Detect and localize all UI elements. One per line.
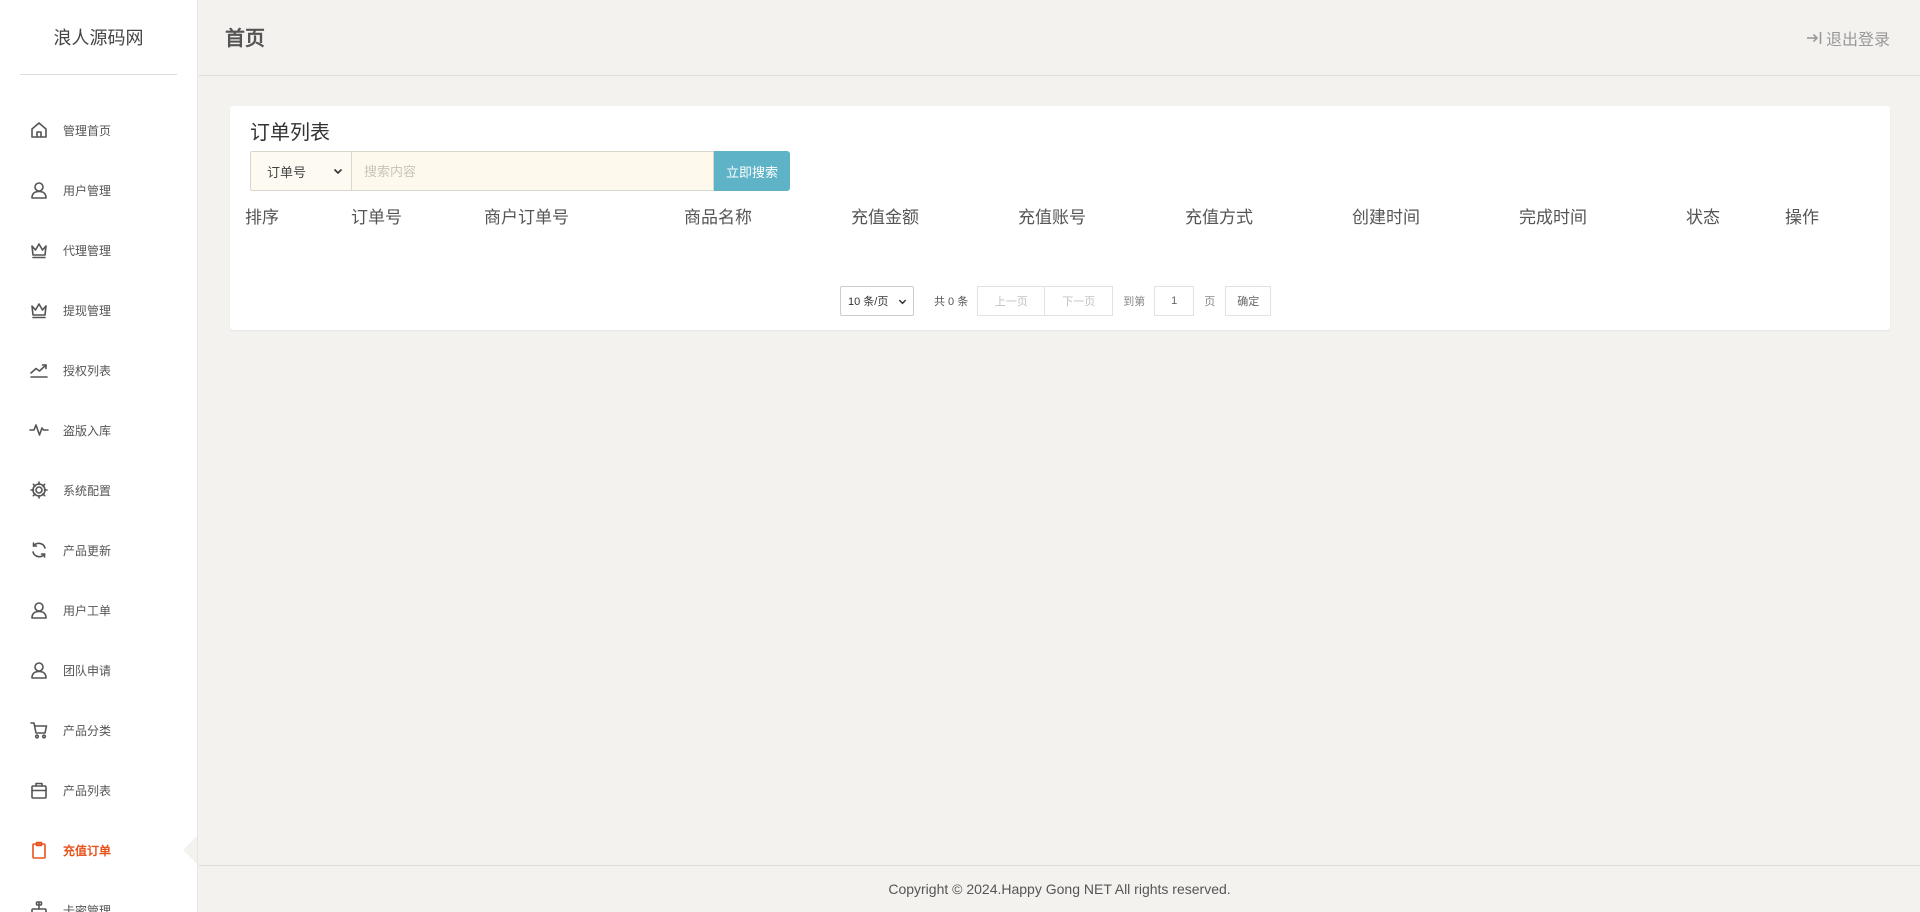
sidebar-nav: 管理首页 用户管理 代理管理 提现管理 授权列表 盗版入库 系统配置 产品更新 <box>0 100 197 912</box>
sidebar-item-piracy[interactable]: 盗版入库 <box>0 400 197 460</box>
sidebar-item-label: 卡密管理 <box>63 903 112 912</box>
bag-icon <box>29 780 49 800</box>
goto-label: 到第 <box>1123 296 1146 308</box>
page-number-input[interactable]: 1 <box>1154 286 1195 316</box>
sidebar-item-users[interactable]: 用户管理 <box>0 160 197 220</box>
user-icon <box>29 180 49 200</box>
prev-page-button[interactable]: 上一页 <box>977 286 1046 316</box>
sidebar-item-product-categories[interactable]: 产品分类 <box>0 700 197 760</box>
table-header: 排序 订单号 商户订单号 商品名称 充值金额 充值账号 充值方式 创建时间 完成… <box>230 203 1890 227</box>
goto-confirm-button[interactable]: 确定 <box>1225 286 1272 316</box>
user-icon <box>29 600 49 620</box>
cart-icon <box>29 720 49 740</box>
column-header: 商户订单号 <box>484 208 569 227</box>
sidebar-item-product-list[interactable]: 产品列表 <box>0 760 197 820</box>
sidebar-item-label: 用户管理 <box>63 183 112 198</box>
search-button[interactable]: 立即搜索 <box>714 151 790 191</box>
gear-icon <box>29 480 49 500</box>
sidebar-item-label: 代理管理 <box>63 243 112 258</box>
sidebar-item-settings[interactable]: 系统配置 <box>0 460 197 520</box>
column-header: 充值账号 <box>1018 208 1086 227</box>
user-icon <box>29 660 49 680</box>
card-title: 订单列表 <box>250 122 330 144</box>
logout-label: 退出登录 <box>1825 32 1890 49</box>
column-header: 状态 <box>1686 208 1720 227</box>
sidebar-item-label: 系统配置 <box>63 483 112 498</box>
sidebar-item-team-applications[interactable]: 团队申请 <box>0 640 197 700</box>
column-header: 完成时间 <box>1519 208 1587 227</box>
sidebar-item-recharge-orders[interactable]: 充值订单 <box>0 820 197 880</box>
sidebar-item-label: 盗版入库 <box>63 423 112 438</box>
total-count: 共 0 条 <box>934 296 969 308</box>
pulse-icon <box>29 420 49 440</box>
logout-button[interactable]: 退出登录 <box>1806 26 1890 50</box>
column-header: 排序 <box>245 208 279 227</box>
page-suffix-label: 页 <box>1204 296 1216 308</box>
sidebar-item-label: 产品列表 <box>63 783 112 798</box>
sidebar-item-dashboard[interactable]: 管理首页 <box>0 100 197 160</box>
sidebar-item-label: 产品更新 <box>63 543 112 558</box>
column-header: 订单号 <box>351 208 402 227</box>
sidebar-item-label: 用户工单 <box>63 603 112 618</box>
page-title: 首页 <box>225 28 265 50</box>
sidebar-item-withdrawals[interactable]: 提现管理 <box>0 280 197 340</box>
trend-icon <box>29 360 49 380</box>
sidebar-item-product-updates[interactable]: 产品更新 <box>0 520 197 580</box>
refresh-icon <box>29 540 49 560</box>
column-header: 操作 <box>1785 208 1819 227</box>
search-field-value: 订单号 <box>267 164 307 180</box>
column-header: 创建时间 <box>1352 208 1420 227</box>
copyright-text: Copyright © 2024.Happy Gong NET All righ… <box>888 881 1231 897</box>
sidebar: 浪人源码网 管理首页 用户管理 代理管理 提现管理 授权列表 盗版入库 系统配置 <box>0 0 198 912</box>
sidebar-item-tickets[interactable]: 用户工单 <box>0 580 197 640</box>
footer: Copyright © 2024.Happy Gong NET All righ… <box>199 865 1920 912</box>
sidebar-item-label: 产品分类 <box>63 723 112 738</box>
crown-icon <box>29 300 49 320</box>
site-logo[interactable]: 浪人源码网 <box>20 0 177 75</box>
sidebar-item-agents[interactable]: 代理管理 <box>0 220 197 280</box>
active-indicator <box>183 836 197 864</box>
top-header: 首页 退出登录 <box>199 0 1920 76</box>
stamp-icon <box>29 900 49 912</box>
sidebar-item-card-keys[interactable]: 卡密管理 <box>0 880 197 912</box>
pagination: 10 条/页 共 0 条 上一页 下一页 到第 1 页 确定 <box>840 286 1272 316</box>
search-field-select[interactable]: 订单号 <box>250 151 351 191</box>
main-area: 首页 退出登录 订单列表 订单号 立即搜索 排序 订单号 商户订单号 商品名称 … <box>199 0 1920 912</box>
clipboard-icon <box>29 840 49 860</box>
next-page-button[interactable]: 下一页 <box>1045 286 1114 316</box>
sidebar-item-label: 提现管理 <box>63 303 112 318</box>
sidebar-item-label: 团队申请 <box>63 663 112 678</box>
column-header: 充值方式 <box>1185 208 1253 227</box>
order-list-card: 订单列表 订单号 立即搜索 排序 订单号 商户订单号 商品名称 充值金额 充值账… <box>230 106 1890 330</box>
crown-icon <box>29 240 49 260</box>
chevron-down-icon <box>333 168 343 175</box>
sidebar-item-label: 充值订单 <box>63 843 112 858</box>
page-size-value: 10 条/页 <box>848 296 889 308</box>
home-icon <box>29 120 49 140</box>
column-header: 充值金额 <box>851 208 919 227</box>
search-bar: 订单号 立即搜索 <box>250 151 790 191</box>
sidebar-item-licenses[interactable]: 授权列表 <box>0 340 197 400</box>
page-size-select[interactable]: 10 条/页 <box>840 286 914 316</box>
column-header: 商品名称 <box>684 208 752 227</box>
search-input[interactable] <box>351 151 714 191</box>
sidebar-item-label: 管理首页 <box>63 123 112 138</box>
logout-icon <box>1806 32 1822 44</box>
chevron-down-icon <box>898 299 907 304</box>
sidebar-item-label: 授权列表 <box>63 363 112 378</box>
